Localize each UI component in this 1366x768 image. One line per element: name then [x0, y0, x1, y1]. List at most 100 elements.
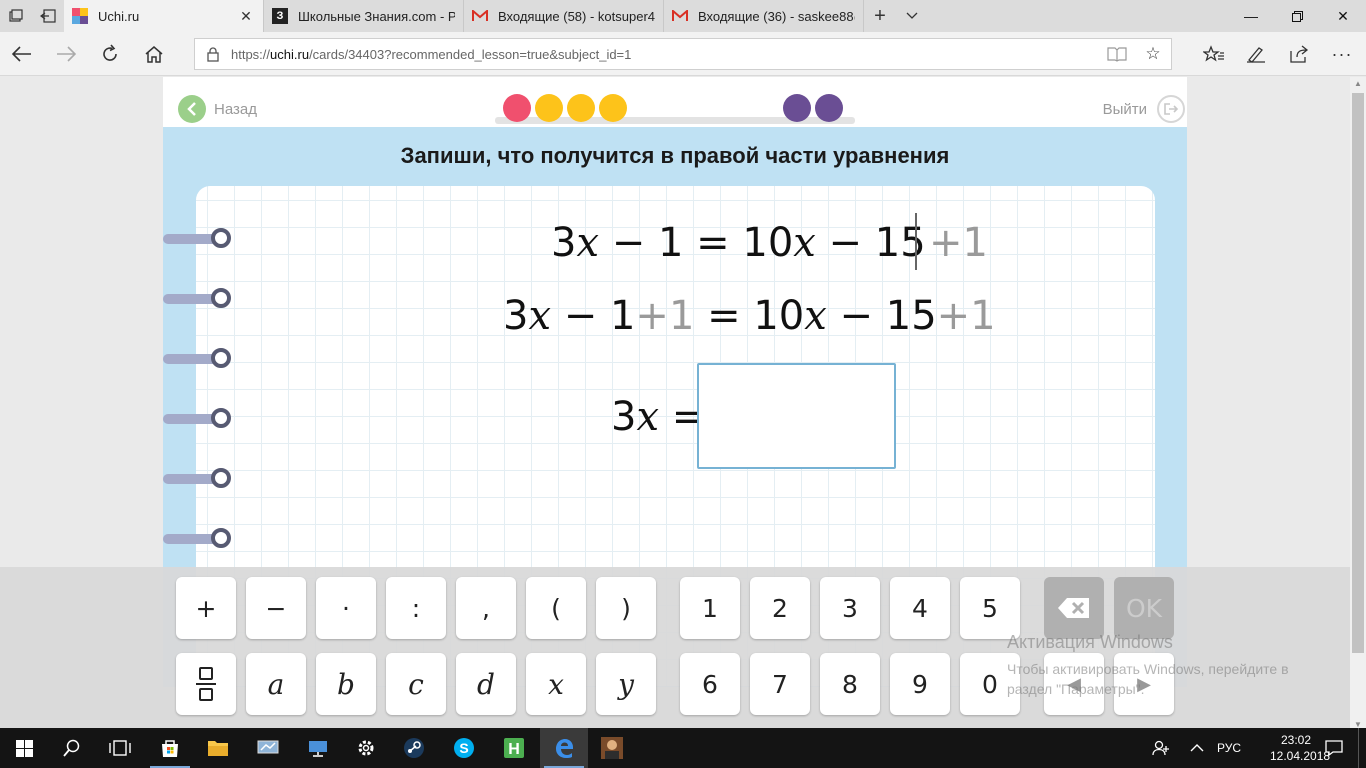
- forward-arrow-icon[interactable]: [48, 38, 84, 70]
- notebook-ring: [163, 468, 231, 488]
- exit-door-icon: [1157, 95, 1185, 123]
- steam-icon[interactable]: [390, 728, 438, 768]
- notebook-ring: [163, 288, 231, 308]
- key-1[interactable]: 1: [680, 577, 740, 639]
- scrollbar-thumb[interactable]: [1352, 93, 1364, 653]
- key-6[interactable]: 6: [680, 653, 740, 715]
- progress-dot: [567, 94, 595, 122]
- minimize-icon[interactable]: —: [1228, 0, 1274, 32]
- key-x[interactable]: x: [526, 653, 586, 715]
- progress-dot: [783, 94, 811, 122]
- key-c[interactable]: c: [386, 653, 446, 715]
- favorites-hub-icon[interactable]: [1196, 38, 1232, 70]
- key-divide[interactable]: :: [386, 577, 446, 639]
- search-icon[interactable]: [48, 728, 96, 768]
- key-plus[interactable]: +: [176, 577, 236, 639]
- h-app-icon[interactable]: H: [490, 728, 538, 768]
- key-4[interactable]: 4: [890, 577, 950, 639]
- key-minus[interactable]: −: [246, 577, 306, 639]
- tray-chevron-up-icon[interactable]: [1190, 728, 1204, 768]
- svg-text:S: S: [459, 740, 468, 756]
- key-8[interactable]: 8: [820, 653, 880, 715]
- svg-text:H: H: [508, 741, 520, 758]
- skype-icon[interactable]: S: [440, 728, 488, 768]
- desktop-app-icon[interactable]: [294, 728, 342, 768]
- address-bar[interactable]: https://uchi.ru/cards/34403?recommended_…: [194, 38, 1172, 70]
- key-fraction[interactable]: [176, 653, 236, 715]
- key-close-paren[interactable]: ): [596, 577, 656, 639]
- progress-dot: [503, 94, 531, 122]
- share-icon[interactable]: [1281, 38, 1317, 70]
- settings-gear-icon[interactable]: [342, 728, 390, 768]
- chevron-left-icon: [178, 95, 206, 123]
- refresh-icon[interactable]: [92, 38, 128, 70]
- task-view-icon[interactable]: [96, 728, 144, 768]
- backspace-icon: [1058, 598, 1089, 618]
- key-comma[interactable]: ,: [456, 577, 516, 639]
- backspace-key[interactable]: [1044, 577, 1104, 639]
- answer-input[interactable]: [697, 363, 896, 469]
- back-button[interactable]: Назад: [178, 95, 257, 123]
- key-b[interactable]: b: [316, 653, 376, 715]
- store-icon[interactable]: [146, 728, 194, 768]
- control-panel-icon[interactable]: [244, 728, 292, 768]
- new-tab-icon[interactable]: +: [864, 0, 896, 32]
- key-y[interactable]: y: [596, 653, 656, 715]
- key-5[interactable]: 5: [960, 577, 1020, 639]
- input-language[interactable]: РУС: [1217, 728, 1241, 768]
- home-icon[interactable]: [136, 38, 172, 70]
- browser-tab[interactable]: Входящие (36) - saskee88@: [664, 0, 864, 32]
- action-center-icon[interactable]: [1325, 728, 1343, 768]
- gmail-favicon-icon: [672, 8, 688, 24]
- windows-start-icon[interactable]: [0, 728, 48, 768]
- key-3[interactable]: 3: [820, 577, 880, 639]
- url-domain: uchi.ru: [270, 46, 310, 62]
- key-7[interactable]: 7: [750, 653, 810, 715]
- tab-manager-icon[interactable]: [0, 0, 32, 32]
- restore-icon[interactable]: [1274, 0, 1320, 32]
- file-explorer-icon[interactable]: [194, 728, 242, 768]
- back-arrow-icon[interactable]: [4, 38, 40, 70]
- exit-button[interactable]: Выйти: [1103, 95, 1185, 123]
- close-window-icon[interactable]: ✕: [1320, 0, 1366, 32]
- set-aside-tabs-icon[interactable]: [32, 0, 64, 32]
- ok-button[interactable]: OK: [1114, 577, 1174, 639]
- show-desktop-button[interactable]: [1358, 728, 1366, 768]
- people-icon[interactable]: [1152, 728, 1170, 768]
- page-scrollbar[interactable]: ▲ ▼: [1350, 77, 1366, 732]
- close-tab-icon[interactable]: ✕: [237, 8, 255, 25]
- game-app-icon[interactable]: [588, 728, 636, 768]
- key-open-paren[interactable]: (: [526, 577, 586, 639]
- znanija-favicon-icon: З: [272, 8, 288, 24]
- operation-divider: [915, 213, 917, 270]
- browser-tab[interactable]: Входящие (58) - kotsuper4(: [464, 0, 664, 32]
- browser-navbar: https://uchi.ru/cards/34403?recommended_…: [0, 32, 1366, 76]
- url-path: /cards/34403?recommended_lesson=true&sub…: [309, 46, 632, 62]
- edge-icon[interactable]: [540, 728, 588, 768]
- operation-label: +1: [929, 220, 988, 266]
- equation-line-3: 3x =: [611, 394, 706, 440]
- gmail-favicon-icon: [472, 8, 488, 24]
- browser-tab[interactable]: Uchi.ru ✕: [64, 0, 264, 32]
- key-2[interactable]: 2: [750, 577, 810, 639]
- key-d[interactable]: d: [456, 653, 516, 715]
- notebook-ring: [163, 228, 231, 248]
- key-9[interactable]: 9: [890, 653, 950, 715]
- reading-view-icon[interactable]: [1099, 46, 1135, 62]
- key-multiply[interactable]: ·: [316, 577, 376, 639]
- favorite-star-icon[interactable]: ☆: [1135, 44, 1171, 64]
- url-text[interactable]: https://uchi.ru/cards/34403?recommended_…: [231, 47, 1099, 62]
- notebook-ring: [163, 408, 231, 428]
- web-note-pen-icon[interactable]: [1238, 38, 1274, 70]
- progress-dot: [815, 94, 843, 122]
- key-a[interactable]: a: [246, 653, 306, 715]
- notebook-ring: [163, 348, 231, 368]
- taskbar-clock[interactable]: 23:02 12.04.2018: [1270, 732, 1330, 764]
- scroll-up-arrow-icon[interactable]: ▲: [1350, 77, 1366, 91]
- tab-title: Входящие (58) - kotsuper4(: [498, 8, 655, 24]
- more-menu-icon[interactable]: ···: [1324, 38, 1360, 70]
- watermark-title: Активация Windows: [1007, 632, 1173, 652]
- tab-previews-chevron-icon[interactable]: [896, 0, 928, 32]
- tab-title: Входящие (36) - saskee88@: [698, 8, 855, 24]
- browser-tab[interactable]: З Школьные Знания.com - Р: [264, 0, 464, 32]
